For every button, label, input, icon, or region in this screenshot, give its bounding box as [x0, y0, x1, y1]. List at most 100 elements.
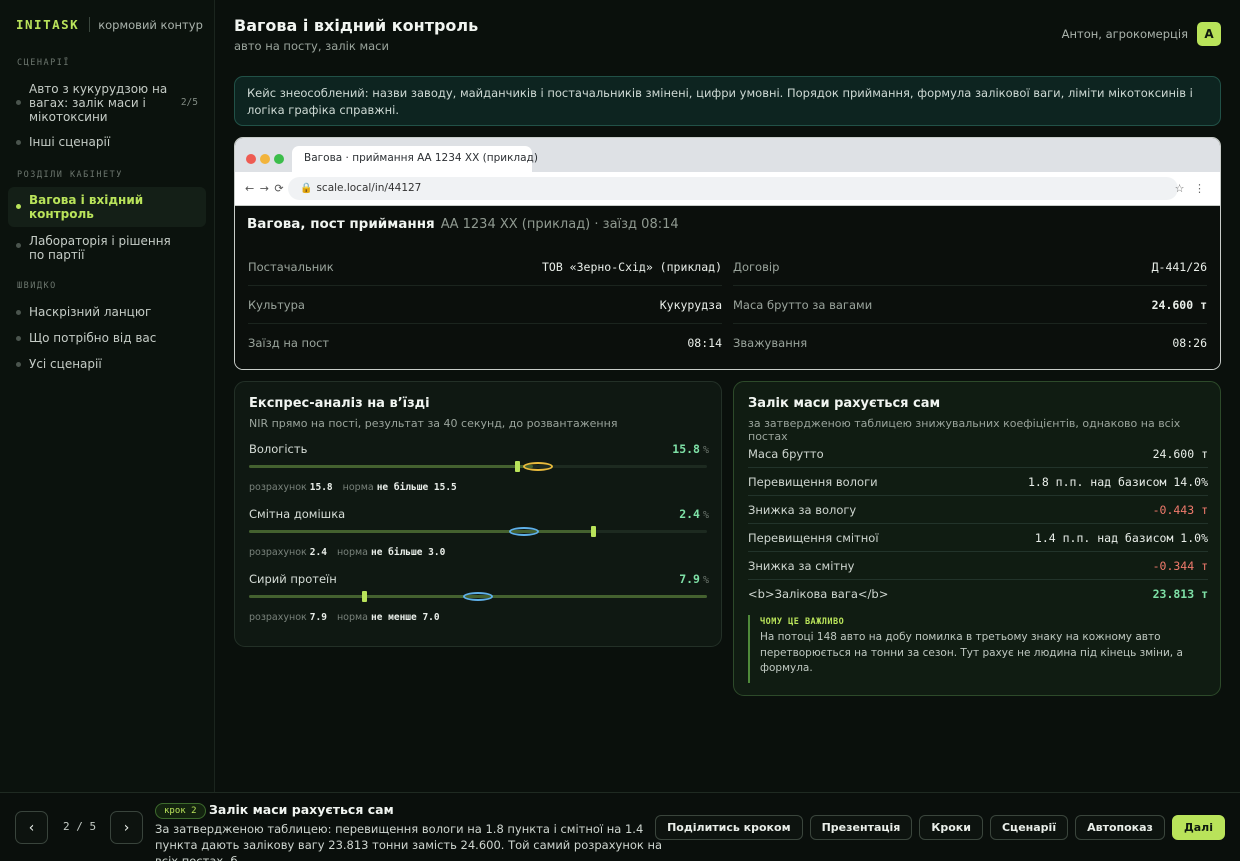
url-text: scale.local/in/44127: [316, 182, 422, 194]
anonymized-notice: Кейс знеособлений: назви заводу, майданч…: [234, 76, 1221, 126]
field-label: Договір: [733, 260, 780, 274]
credit-row: Маса брутто 24.600 т: [748, 440, 1208, 468]
weighbridge-header: Вагова, пост приймання АА 1234 ХХ (прикла…: [247, 216, 679, 232]
credit-row: Перевищення смітної 1.4 п.п. над базисом …: [748, 524, 1208, 552]
avatar[interactable]: А: [1197, 22, 1221, 46]
sidebar-item-label: Вагова і вхідний контроль: [29, 193, 144, 221]
presentation-button[interactable]: Презентація: [809, 815, 913, 840]
credit-row-total: <b>Залікова вага</b> 23.813 т: [748, 587, 1208, 601]
bullet-icon: [16, 362, 21, 367]
bullet-icon: [16, 100, 21, 105]
field-label: Заїзд на пост: [248, 336, 330, 350]
field-contract: Договір Д-441/26: [733, 249, 1207, 286]
field-weighing: Зважування 08:26: [733, 325, 1207, 362]
browser-tabbar: Вагова · приймання АА 1234 ХХ (приклад): [235, 138, 1220, 172]
truck-meta: АА 1234 ХХ (приклад) · заїзд 08:14: [440, 217, 679, 232]
sidebar-section-scenarios: СЦЕНАРІЇ: [17, 58, 70, 68]
sidebar-item-all-scenarios[interactable]: Усі сценарії: [8, 357, 206, 371]
card-title: Експрес-аналіз на в’їзді: [249, 396, 430, 411]
field-gross-mass: Маса брутто за вагами 24.600 т: [733, 287, 1207, 324]
share-step-button[interactable]: Поділитись кроком: [655, 815, 803, 840]
bullet-icon: [16, 310, 21, 315]
sidebar-item-label: Інші сценарії: [29, 135, 111, 149]
credit-row: Знижка за смітну -0.344 т: [748, 552, 1208, 580]
step-counter: 2 / 5: [63, 820, 97, 833]
sidebar-item-label: Лабораторія і рішення по партії: [29, 234, 171, 262]
close-window-icon[interactable]: [246, 154, 256, 164]
prev-step-button[interactable]: ‹: [15, 811, 48, 844]
bullet-icon: [16, 243, 21, 248]
bullet-icon: [16, 140, 21, 145]
browser-tab[interactable]: Вагова · приймання АА 1234 ХХ (приклад): [292, 146, 538, 172]
sidebar-item-other-scenarios[interactable]: Інші сценарії: [8, 135, 206, 149]
metric-footnote: розрахунок 15.8 норма не більше 15.5: [249, 482, 457, 493]
steps-button[interactable]: Кроки: [919, 815, 983, 840]
sidebar-item-laboratory[interactable]: Лабораторія і рішення по партії: [8, 234, 206, 262]
browser-menu-icons[interactable]: ☆ ⋮: [1175, 182, 1208, 195]
metric-label: Сирий протеїн: [249, 572, 337, 586]
card-title: Залік маси рахується сам: [748, 396, 941, 411]
brand-name: INITASK: [16, 17, 80, 32]
sidebar-item-weighbridge[interactable]: Вагова і вхідний контроль: [8, 187, 206, 227]
measurement-marker: [463, 592, 493, 601]
page-subtitle: авто на посту, залік маси: [234, 39, 389, 53]
browser-window: Вагова · приймання АА 1234 ХХ (приклад) …: [234, 137, 1221, 370]
sidebar-item-label: Наскрізний ланцюг: [29, 305, 152, 319]
field-value: ТОВ «Зерно-Схід» (приклад): [541, 260, 722, 274]
norm-limit-marker: [515, 461, 520, 472]
metric-fill: [249, 530, 593, 533]
step-actions: Поділитись кроком Презентація Кроки Сцен…: [648, 815, 1225, 840]
sidebar-item-scenario-corn[interactable]: Авто з кукурудзою на вагах: залік маси і…: [8, 82, 206, 124]
brand[interactable]: INITASK кормовий контур: [16, 17, 203, 32]
field-value: 24.600 т: [1151, 298, 1207, 312]
metric-footnote: розрахунок 7.9 норма не менше 7.0: [249, 612, 440, 623]
metric-scale: [249, 526, 707, 537]
bullet-icon: [16, 204, 21, 209]
address-bar[interactable]: 🔒 scale.local/in/44127: [288, 177, 1178, 200]
maximize-window-icon[interactable]: [274, 154, 284, 164]
why-title: ЧОМУ ЦЕ ВАЖЛИВО: [760, 617, 845, 627]
credit-mass-card: Залік маси рахується сам за затвердженою…: [733, 381, 1221, 696]
field-value: 08:14: [687, 336, 722, 350]
card-subtitle: NIR прямо на пості, результат за 40 секу…: [249, 417, 618, 430]
weighbridge-panel: Вагова, пост приймання АА 1234 ХХ (прикла…: [235, 206, 1220, 369]
step-description: За затвердженою таблицею: перевищення во…: [155, 822, 663, 861]
next-step-arrow-button[interactable]: ›: [110, 811, 143, 844]
user-menu[interactable]: Антон, агрокомерція А: [1062, 22, 1221, 46]
credit-row: Знижка за вологу -0.443 т: [748, 496, 1208, 524]
sidebar-item-label: Авто з кукурудзою на вагах: залік маси і…: [29, 82, 168, 124]
step-badge: крок 2: [155, 803, 206, 819]
metric-value: 15.8%: [672, 442, 709, 456]
metric-protein: Сирий протеїн 7.9% розрахунок 7.9 норма не …: [249, 572, 709, 634]
autoplay-button[interactable]: Автопоказ: [1075, 815, 1165, 840]
next-button[interactable]: Далі: [1171, 815, 1225, 840]
weighbridge-title: Вагова, пост приймання: [247, 216, 435, 232]
field-value: Д-441/26: [1151, 260, 1207, 274]
page-title: Вагова і вхідний контроль: [234, 16, 479, 35]
sidebar-section-quick: ШВИДКО: [17, 281, 57, 291]
sidebar-section-cabinet: РОЗДІЛИ КАБІНЕТУ: [17, 170, 123, 180]
field-arrival: Заїзд на пост 08:14: [248, 325, 722, 362]
field-label: Зважування: [733, 336, 808, 350]
sidebar: INITASK кормовий контур СЦЕНАРІЇ Авто з …: [0, 0, 215, 792]
norm-limit-marker: [591, 526, 596, 537]
browser-toolbar: ← → ⟳ 🔒 scale.local/in/44127 ☆ ⋮: [235, 172, 1220, 206]
metric-footnote: розрахунок 2.4 норма не більше 3.0: [249, 547, 446, 558]
measurement-marker: [509, 527, 539, 536]
field-label: Постачальник: [248, 260, 334, 274]
browser-nav-icons[interactable]: ← → ⟳: [245, 182, 285, 195]
sidebar-item-label: Усі сценарії: [29, 357, 102, 371]
metric-moisture: Вологість 15.8% розрахунок 15.8 норма не бі…: [249, 442, 709, 504]
metric-label: Смітна домішка: [249, 507, 346, 521]
bullet-icon: [16, 336, 21, 341]
sidebar-item-what-needed[interactable]: Що потрібно від вас: [8, 331, 206, 345]
sidebar-item-end-to-end[interactable]: Наскрізний ланцюг: [8, 305, 206, 319]
metric-scale: [249, 591, 707, 602]
user-name: Антон, агрокомерція: [1061, 27, 1188, 41]
field-value: 08:26: [1172, 336, 1207, 350]
minimize-window-icon[interactable]: [260, 154, 270, 164]
brand-subtitle: кормовий контур: [98, 17, 203, 32]
scenarios-button[interactable]: Сценарії: [989, 815, 1069, 840]
brand-divider: [89, 17, 91, 32]
express-analysis-card: Експрес-аналіз на в’їзді NIR прямо на по…: [234, 381, 722, 647]
